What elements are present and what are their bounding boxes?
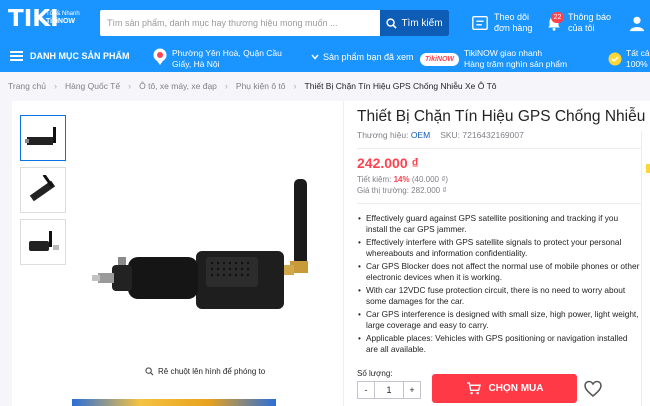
price-box: 242.000 ₫ Tiết kiệm: 14% (40.000 ₫) Giá … (357, 155, 650, 195)
account-icon[interactable] (628, 14, 646, 32)
product-info: Thiết Bị Chặn Tín Hiệu GPS Chống Nhiễu X… (357, 107, 650, 357)
feature-text: Applicable places: Vehicles with GPS pos… (366, 333, 628, 354)
feature-list: • Effectively guard against GPS satellite… (357, 213, 640, 354)
heart-icon[interactable] (583, 379, 603, 399)
product-main-image[interactable] (88, 121, 338, 361)
chevron-down-icon (311, 54, 319, 60)
delivery-location[interactable]: Phường Yên Hoà, Quận Cầu Giấy, Hà Nội (153, 48, 287, 70)
breadcrumb: Trang chủ › Hàng Quốc Tế › Ô tô, xe máy, x… (0, 78, 505, 94)
tikinow-line2: Hàng trăm nghìn sản phẩm (464, 59, 568, 69)
seller-badge-icon (646, 164, 650, 173)
savings-label: Tiết kiệm: (357, 175, 392, 184)
logo-tagline-top: Tốt & Nhanh (46, 11, 80, 17)
notifications-line2: của tôi (568, 23, 595, 33)
search-icon (386, 17, 398, 29)
seller-panel-edge (641, 131, 650, 406)
product-thumbnail-image (29, 175, 56, 202)
divider (357, 203, 642, 204)
buy-button[interactable]: CHỌN MUA (432, 374, 577, 403)
thumbnail-1[interactable] (20, 115, 66, 161)
divider (357, 148, 642, 149)
location-line1: Phường Yên Hoà, Quận Cầu (172, 48, 282, 58)
feature-item: • Car GPS Blocker does not affect the nor… (358, 261, 640, 282)
feature-text: Car GPS Blocker does not affect the norm… (366, 261, 640, 282)
feature-item: • Applicable places: Vehicles with GPS po… (357, 333, 640, 354)
quantity-stepper: - 1 + (357, 381, 421, 399)
buy-button-label: CHỌN MUA (488, 383, 544, 394)
savings-percent: 14% (393, 175, 410, 184)
breadcrumb-home[interactable]: Trang chủ (0, 81, 54, 91)
current-price: 242.000 ₫ (357, 155, 419, 171)
breadcrumb-vehicles[interactable]: Ô tô, xe máy, xe đạp (131, 81, 225, 91)
promo-line1: Tất cả sản ph (626, 48, 650, 58)
breadcrumb-current: Thiết Bị Chặn Tín Hiệu GPS Chống Nhiễu X… (304, 81, 497, 91)
nav-bar: DANH MỤC SẢN PHẨM Phường Yên Hoà, Quận C… (0, 46, 650, 72)
menu-icon (10, 51, 23, 61)
authentic-promo[interactable]: Tất cả sản ph100% chính h (608, 48, 650, 70)
category-menu-button[interactable]: DANH MỤC SẢN PHẨM (10, 51, 130, 61)
orders-line2: đơn hàng (494, 23, 533, 33)
savings-row: Tiết kiệm: 14% (40.000 ₫) (357, 175, 650, 184)
feature-text: Car GPS interference is designed with sm… (366, 309, 639, 330)
quantity-input[interactable]: 1 (375, 381, 403, 399)
thumbnail-2[interactable] (20, 167, 66, 213)
product-thumbnail-image (25, 127, 56, 145)
location-line2: Giấy, Hà Nội (172, 59, 220, 69)
feature-text: Effectively guard against GPS satellite … (366, 213, 619, 234)
zoom-hint: Rê chuột lên hình để phóng to (145, 367, 265, 376)
cart-icon (466, 382, 481, 395)
location-pin-icon (153, 48, 167, 65)
feature-item: • With car 12VDC fuse protection circuit,… (357, 285, 640, 306)
sku: SKU: 7216432169007 (440, 130, 524, 140)
zoom-icon (145, 367, 154, 376)
quantity-label: Số lượng: (357, 369, 393, 378)
logo-tagline-bottom: TikiNOW (46, 18, 76, 25)
search-input[interactable] (100, 10, 385, 36)
quantity-increase-button[interactable]: + (403, 381, 421, 399)
search-bar: Tìm kiếm (100, 10, 449, 36)
category-menu-label: DANH MỤC SẢN PHẨM (30, 51, 130, 61)
feature-text: Effectively interfere with GPS satellite… (366, 237, 622, 258)
orders-line1: Theo dõi (494, 12, 530, 22)
tikinow-promo[interactable]: TikiNOW TikiNOW giao nhanh Hàng trăm nghì… (420, 48, 567, 70)
brand-row: Thương hiệu: OEM SKU: 7216432169007 (357, 130, 650, 140)
top-header: TIKI Tốt & Nhanh TikiNOW Tìm kiếm Theo d… (0, 0, 650, 72)
product-panel: Rê chuột lên hình để phóng to Thiết Bị C… (12, 101, 650, 406)
logo-tagline: Tốt & Nhanh TikiNOW (46, 10, 80, 26)
tikinow-badge: TikiNOW (420, 52, 460, 66)
notifications-line1: Thông báo (568, 12, 612, 22)
thumbnail-list (20, 115, 66, 271)
product-thumbnail-image (29, 231, 59, 251)
recently-viewed-link[interactable]: Sản phẩm bạn đã xem (311, 52, 414, 62)
promo-line2: 100% chính h (626, 59, 650, 69)
column-divider (343, 101, 344, 406)
tikinow-line1: TikiNOW giao nhanh (464, 48, 543, 58)
recently-viewed-label: Sản phẩm bạn đã xem (323, 52, 414, 62)
zoom-hint-text: Rê chuột lên hình để phóng to (158, 367, 266, 376)
feature-item: • Effectively interfere with GPS satellit… (357, 237, 640, 258)
brand-link[interactable]: OEM (411, 130, 430, 140)
breadcrumb-international[interactable]: Hàng Quốc Tế (57, 81, 128, 91)
feature-item: • Effectively guard against GPS satellite… (357, 213, 640, 234)
product-title: Thiết Bị Chặn Tín Hiệu GPS Chống Nhiễu X… (357, 108, 650, 125)
orders-icon (472, 16, 488, 30)
quantity-decrease-button[interactable]: - (357, 381, 375, 399)
search-button[interactable]: Tìm kiếm (380, 10, 449, 36)
market-price: Giá thị trường: 282.000 ₫ (357, 186, 447, 195)
breadcrumb-car-accessories[interactable]: Phụ kiện ô tô (228, 81, 294, 91)
feature-item: • Car GPS interference is designed with s… (358, 309, 639, 330)
feature-text: With car 12VDC fuse protection circuit, … (366, 285, 626, 306)
search-button-label: Tìm kiếm (401, 17, 443, 29)
brand-label: Thương hiệu: (357, 130, 409, 140)
authentic-badge-icon (608, 52, 622, 66)
promo-banner-image[interactable] (72, 399, 276, 406)
savings-amount: (40.000 ₫) (411, 175, 448, 184)
orders-link[interactable]: Theo dõi đơn hàng (471, 12, 532, 34)
thumbnail-3[interactable] (20, 219, 66, 265)
notification-count-badge: 22 (551, 12, 564, 23)
